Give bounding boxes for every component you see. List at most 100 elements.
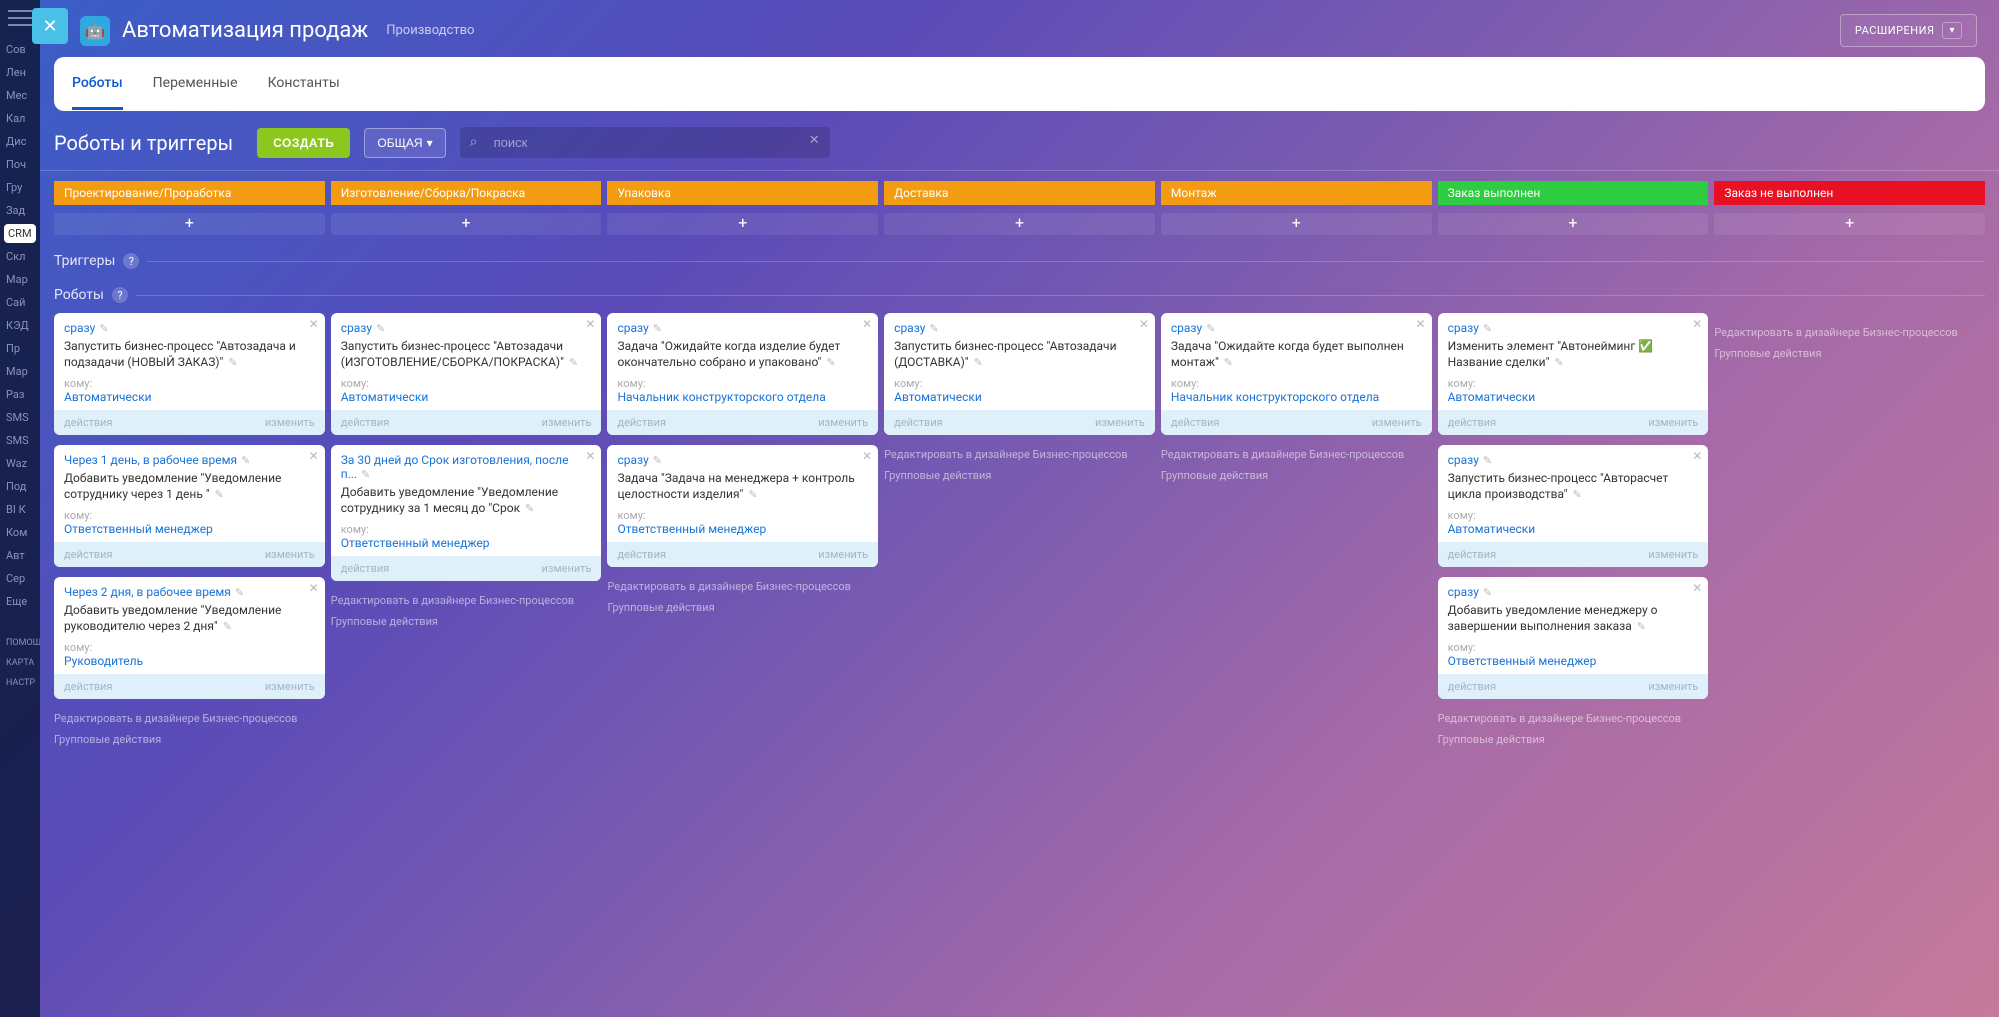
common-button[interactable]: ОБЩАЯ▾ [364, 128, 445, 158]
sidebar-item[interactable]: Скл [0, 245, 40, 268]
help-icon[interactable]: ? [112, 287, 128, 303]
close-icon[interactable]: ✕ [585, 449, 595, 463]
sidebar-item[interactable]: Ком [0, 521, 40, 544]
card-change-link[interactable]: изменить [818, 548, 868, 561]
card-assignee[interactable]: Ответственный менеджер [341, 536, 592, 550]
robot-card[interactable]: ✕Через 1 день, в рабочее время✎Добавить … [54, 445, 325, 567]
edit-bp-link[interactable]: Редактировать в дизайнере Бизнес-процесс… [1714, 323, 1985, 344]
close-icon[interactable]: ✕ [309, 449, 319, 463]
sidebar-item[interactable]: Пр [0, 337, 40, 360]
pencil-icon[interactable]: ✎ [1483, 322, 1492, 335]
card-trigger[interactable]: сразу✎ [64, 321, 315, 335]
card-assignee[interactable]: Начальник конструкторского отдела [1171, 390, 1422, 404]
robot-card[interactable]: ✕Через 2 дня, в рабочее время✎Добавить у… [54, 577, 325, 699]
pencil-icon[interactable]: ✎ [569, 356, 578, 369]
card-assignee[interactable]: Ответственный менеджер [64, 522, 315, 536]
card-actions-label[interactable]: действия [64, 548, 113, 561]
group-actions-link[interactable]: Групповые действия [331, 612, 602, 633]
group-actions-link[interactable]: Групповые действия [607, 598, 878, 619]
stage-header[interactable]: Доставка [884, 181, 1155, 205]
card-actions-label[interactable]: действия [1448, 548, 1497, 561]
close-icon[interactable]: ✕ [309, 581, 319, 595]
sidebar-item[interactable]: BI К [0, 498, 40, 521]
edit-bp-link[interactable]: Редактировать в дизайнере Бизнес-процесс… [331, 591, 602, 612]
sidebar-item[interactable]: Авт [0, 544, 40, 567]
card-trigger[interactable]: сразу✎ [1448, 321, 1699, 335]
card-actions-label[interactable]: действия [1448, 680, 1497, 693]
edit-bp-link[interactable]: Редактировать в дизайнере Бизнес-процесс… [54, 709, 325, 730]
close-icon[interactable]: ✕ [862, 317, 872, 331]
sidebar-footer-item[interactable]: НАСТР [0, 673, 40, 693]
card-trigger[interactable]: За 30 дней до Срок изготовления, после п… [341, 453, 592, 481]
close-icon[interactable]: ✕ [1416, 317, 1426, 331]
card-actions-label[interactable]: действия [64, 680, 113, 693]
pencil-icon[interactable]: ✎ [653, 454, 662, 467]
pencil-icon[interactable]: ✎ [361, 468, 370, 481]
pencil-icon[interactable]: ✎ [1483, 586, 1492, 599]
card-trigger[interactable]: сразу✎ [341, 321, 592, 335]
pencil-icon[interactable]: ✎ [974, 356, 983, 369]
add-button[interactable]: + [1161, 213, 1432, 235]
create-button[interactable]: СОЗДАТЬ [257, 128, 350, 158]
close-icon[interactable]: ✕ [1692, 317, 1702, 331]
pencil-icon[interactable]: ✎ [376, 322, 385, 335]
sidebar-item[interactable]: CRM [4, 224, 36, 243]
help-icon[interactable]: ? [123, 253, 139, 269]
pencil-icon[interactable]: ✎ [929, 322, 938, 335]
card-actions-label[interactable]: действия [341, 562, 390, 575]
group-actions-link[interactable]: Групповые действия [1714, 344, 1985, 365]
sidebar-item[interactable]: Кал [0, 107, 40, 130]
card-change-link[interactable]: изменить [542, 562, 592, 575]
pencil-icon[interactable]: ✎ [223, 620, 232, 633]
add-button[interactable]: + [54, 213, 325, 235]
sidebar-item[interactable]: Мар [0, 268, 40, 291]
edit-bp-link[interactable]: Редактировать в дизайнере Бизнес-процесс… [884, 445, 1155, 466]
pencil-icon[interactable]: ✎ [1554, 356, 1563, 369]
card-actions-label[interactable]: действия [341, 416, 390, 429]
card-actions-label[interactable]: действия [1448, 416, 1497, 429]
sidebar-item[interactable]: Гру [0, 176, 40, 199]
close-icon[interactable]: ✕ [585, 317, 595, 331]
group-actions-link[interactable]: Групповые действия [1438, 730, 1709, 751]
close-icon[interactable]: ✕ [1692, 449, 1702, 463]
pencil-icon[interactable]: ✎ [235, 586, 244, 599]
chevron-down-icon[interactable]: ▾ [1942, 22, 1962, 39]
card-change-link[interactable]: изменить [1372, 416, 1422, 429]
robot-card[interactable]: ✕За 30 дней до Срок изготовления, после … [331, 445, 602, 581]
card-actions-label[interactable]: действия [894, 416, 943, 429]
sidebar-item[interactable]: SMS [0, 429, 40, 452]
robot-card[interactable]: ✕сразу✎Запустить бизнес-процесс "Автозад… [884, 313, 1155, 435]
sidebar-item[interactable]: Сер [0, 567, 40, 590]
close-icon[interactable]: ✕ [1692, 581, 1702, 595]
robot-card[interactable]: ✕сразу✎Добавить уведомление менеджеру о … [1438, 577, 1709, 699]
card-change-link[interactable]: изменить [1648, 416, 1698, 429]
group-actions-link[interactable]: Групповые действия [884, 466, 1155, 487]
add-button[interactable]: + [607, 213, 878, 235]
card-change-link[interactable]: изменить [1095, 416, 1145, 429]
robot-card[interactable]: ✕сразу✎Запустить бизнес-процесс "Авторас… [1438, 445, 1709, 567]
add-button[interactable]: + [331, 213, 602, 235]
pencil-icon[interactable]: ✎ [215, 488, 224, 501]
sidebar-footer-item[interactable]: ПОМОЩ [0, 633, 40, 653]
clear-icon[interactable]: ✕ [809, 133, 820, 148]
card-trigger[interactable]: сразу✎ [1171, 321, 1422, 335]
add-button[interactable]: + [1714, 213, 1985, 235]
stage-header[interactable]: Монтаж [1161, 181, 1432, 205]
extensions-button[interactable]: РАСШИРЕНИЯ ▾ [1840, 14, 1977, 47]
sidebar-item[interactable]: КЭД [0, 314, 40, 337]
sidebar-item[interactable]: Сай [0, 291, 40, 314]
pencil-icon[interactable]: ✎ [826, 356, 835, 369]
sidebar-item[interactable]: Под [0, 475, 40, 498]
robot-card[interactable]: ✕сразу✎Запустить бизнес-процесс "Автозад… [54, 313, 325, 435]
tab[interactable]: Переменные [153, 59, 238, 110]
group-actions-link[interactable]: Групповые действия [54, 730, 325, 751]
pencil-icon[interactable]: ✎ [99, 322, 108, 335]
card-change-link[interactable]: изменить [265, 680, 315, 693]
card-assignee[interactable]: Автоматически [894, 390, 1145, 404]
pencil-icon[interactable]: ✎ [653, 322, 662, 335]
edit-bp-link[interactable]: Редактировать в дизайнере Бизнес-процесс… [607, 577, 878, 598]
stage-header[interactable]: Изготовление/Сборка/Покраска [331, 181, 602, 205]
tab[interactable]: Константы [268, 59, 340, 110]
card-assignee[interactable]: Руководитель [64, 654, 315, 668]
search-input[interactable] [460, 127, 830, 158]
